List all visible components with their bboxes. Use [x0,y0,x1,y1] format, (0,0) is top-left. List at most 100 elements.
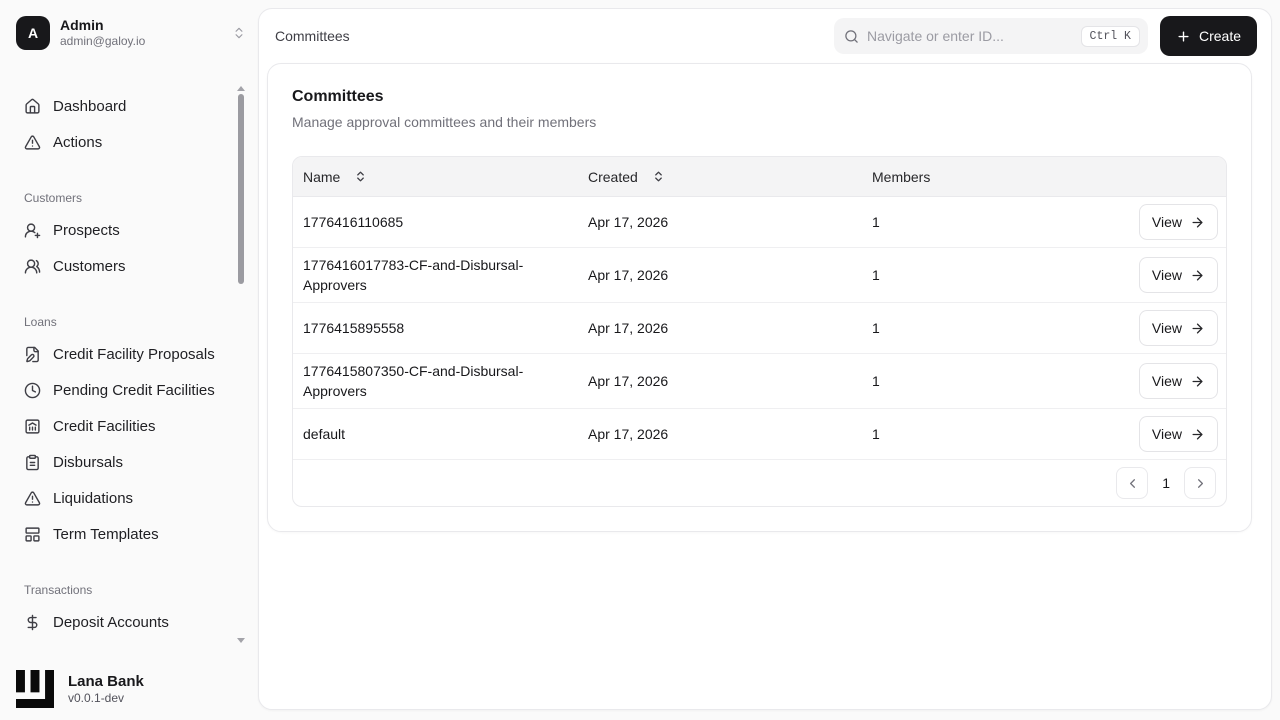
section-label-loans: Loans [24,315,57,329]
sidebar-item-label: Term Templates [53,525,159,543]
sidebar-item-label: Deposit Accounts [53,613,169,631]
committee-created: Apr 17, 2026 [588,267,669,283]
page-title: Committees [292,88,384,105]
current-page-number: 1 [1162,475,1170,491]
arrow-right-icon [1190,268,1205,283]
committee-members: 1 [872,267,880,283]
column-header-members: Members [872,168,931,185]
table-row[interactable]: 1776416110685 Apr 17, 2026 1 View [293,197,1226,248]
committee-created: Apr 17, 2026 [588,426,669,442]
user-name: Admin [60,17,104,33]
view-button-label: View [1151,267,1182,283]
view-button[interactable]: View [1138,204,1218,240]
user-email: admin@galoy.io [60,34,146,48]
sort-icon[interactable] [354,170,367,183]
committee-members: 1 [872,320,880,336]
chevron-left-icon [1125,476,1140,491]
file-pen-icon [24,346,41,363]
committee-name: 1776415807350-CF-and-Disbursal-Approvers [303,363,524,399]
sidebar-item-term-templates[interactable]: Term Templates [0,516,258,552]
scroll-down-arrow-icon[interactable] [237,638,245,643]
sidebar-scrollbar[interactable] [237,86,245,643]
main-panel: Committees Ctrl K Create Committees Mana… [258,8,1272,710]
arrow-right-icon [1190,321,1205,336]
committees-table: Name Created Members 1776416110685 Apr 1… [292,156,1227,507]
committee-members: 1 [872,426,880,442]
sidebar-item-label: Actions [53,133,103,151]
create-button[interactable]: Create [1159,16,1257,56]
topbar: Committees Ctrl K Create [259,9,1271,63]
view-button-label: View [1151,214,1182,230]
view-button[interactable]: View [1138,257,1218,293]
column-header-name[interactable]: Name [303,169,340,185]
sidebar-item-dashboard[interactable]: Dashboard [0,88,258,124]
lana-bank-logo-icon [16,670,54,708]
next-page-button[interactable] [1184,467,1216,499]
sidebar-item-deposit-accounts[interactable]: Deposit Accounts [0,604,258,640]
committee-members: 1 [872,214,880,230]
table-row[interactable]: default Apr 17, 2026 1 View [293,409,1226,460]
table-row[interactable]: 1776415895558 Apr 17, 2026 1 View [293,303,1226,354]
sidebar-item-liquidations[interactable]: Liquidations [0,480,258,516]
view-button[interactable]: View [1138,416,1218,452]
table-row[interactable]: 1776415807350-CF-and-Disbursal-Approvers… [293,354,1226,409]
user-menu[interactable]: A Admin admin@galoy.io [16,16,246,50]
plus-icon [1176,29,1191,44]
sidebar-item-disbursals[interactable]: Disbursals [0,444,258,480]
sidebar-item-credit-facility-proposals[interactable]: Credit Facility Proposals [0,336,258,372]
table-row[interactable]: 1776416017783-CF-and-Disbursal-Approvers… [293,248,1226,303]
sidebar-item-pending-credit-facilities[interactable]: Pending Credit Facilities [0,372,258,408]
search-input[interactable] [866,28,1073,44]
section-label-transactions: Transactions [24,583,93,597]
arrow-right-icon [1190,374,1205,389]
breadcrumb[interactable]: Committees [275,28,350,44]
arrow-right-icon [1190,427,1205,442]
keyboard-shortcut-badge: Ctrl K [1080,25,1140,47]
dollar-icon [24,614,41,631]
layout-panels-icon [24,526,41,543]
chevrons-up-down-icon [232,26,246,40]
scrollbar-thumb[interactable] [238,94,244,284]
sidebar-item-customers[interactable]: Customers [0,248,258,284]
sidebar-nav: Dashboard Actions Customers Prospects Cu… [0,88,258,640]
sidebar-item-label: Disbursals [53,453,124,471]
sidebar-item-actions[interactable]: Actions [0,124,258,160]
scroll-up-arrow-icon[interactable] [237,86,245,91]
committee-name: 1776415895558 [303,320,405,336]
sidebar-item-label: Liquidations [53,489,134,507]
arrow-right-icon [1190,215,1205,230]
table-header: Name Created Members [293,157,1226,197]
view-button[interactable]: View [1138,310,1218,346]
view-button[interactable]: View [1138,363,1218,399]
column-header-created[interactable]: Created [588,169,638,185]
committees-card: Committees Manage approval committees an… [267,63,1252,532]
committee-name: 1776416017783-CF-and-Disbursal-Approvers [303,257,524,293]
chevron-right-icon [1193,476,1208,491]
sidebar-item-label: Pending Credit Facilities [53,381,215,399]
previous-page-button[interactable] [1116,467,1149,499]
users-icon [24,258,41,275]
sidebar-item-label: Customers [53,257,126,275]
committee-name: default [303,426,346,442]
create-button-label: Create [1198,28,1241,44]
sidebar-item-label: Prospects [53,221,120,239]
sidebar-item-label: Credit Facilities [53,417,156,435]
avatar: A [16,16,50,50]
alert-triangle-icon [24,134,41,151]
sidebar-item-credit-facilities[interactable]: Credit Facilities [0,408,258,444]
committee-created: Apr 17, 2026 [588,320,669,336]
committee-members: 1 [872,373,880,389]
clock-icon [24,382,41,399]
committee-created: Apr 17, 2026 [588,214,669,230]
view-button-label: View [1151,373,1182,389]
section-label-customers: Customers [24,191,83,205]
alert-triangle-icon [24,490,41,507]
sidebar-item-label: Credit Facility Proposals [53,345,215,363]
sort-icon[interactable] [652,170,665,183]
page-description: Manage approval committees and their mem… [292,114,597,130]
search-box[interactable]: Ctrl K [833,18,1148,54]
clipboard-icon [24,454,41,471]
sidebar-item-prospects[interactable]: Prospects [0,212,258,248]
home-icon [24,98,41,115]
brand: Lana Bank v0.0.1-dev [16,670,144,708]
